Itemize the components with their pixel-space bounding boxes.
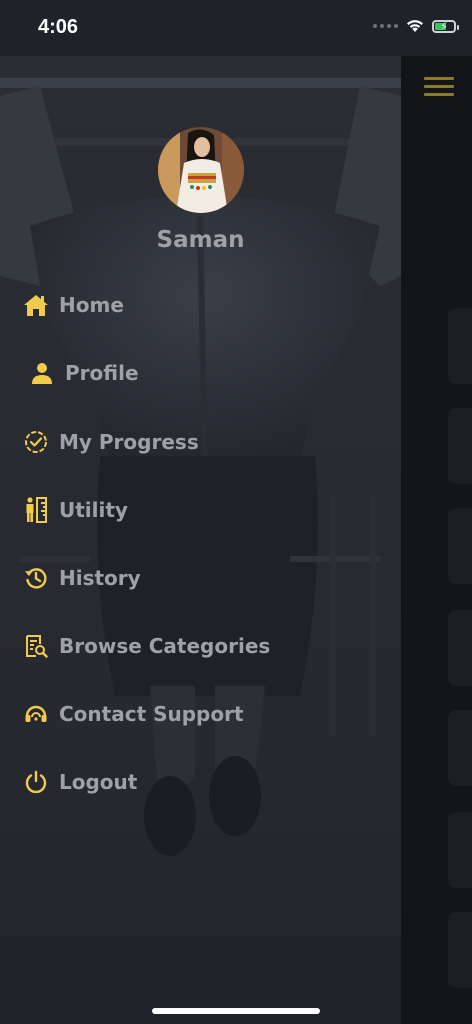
browse-categories-icon bbox=[22, 632, 50, 660]
wifi-icon bbox=[407, 20, 423, 32]
user-name: Saman bbox=[156, 227, 245, 253]
nav-item-home[interactable]: Home bbox=[22, 285, 124, 325]
height-measure-icon bbox=[22, 496, 50, 524]
progress-check-icon bbox=[22, 428, 50, 456]
battery-icon: ⚡ bbox=[432, 19, 459, 33]
navigation-drawer: Saman Home Profile My Progress Utility H… bbox=[0, 56, 401, 1024]
nav-label-my-progress: My Progress bbox=[59, 430, 199, 454]
nav-item-profile[interactable]: Profile bbox=[22, 353, 139, 393]
nav-item-my-progress[interactable]: My Progress bbox=[22, 422, 199, 462]
status-time: 4:06 bbox=[38, 16, 79, 38]
signal-dots-icon bbox=[373, 24, 398, 28]
nav-item-browse-categories[interactable]: Browse Categories bbox=[22, 626, 270, 666]
content-card[interactable] bbox=[448, 812, 472, 888]
nav-label-contact-support: Contact Support bbox=[59, 702, 244, 726]
nav-label-utility: Utility bbox=[59, 498, 128, 522]
status-bar: 4:06 ⚡ bbox=[0, 0, 472, 56]
nav-label-logout: Logout bbox=[59, 770, 138, 794]
profile-photo bbox=[158, 127, 244, 213]
content-card[interactable] bbox=[448, 912, 472, 988]
nav-item-contact-support[interactable]: Contact Support bbox=[22, 694, 244, 734]
content-card[interactable] bbox=[448, 308, 472, 384]
nav-label-history: History bbox=[59, 566, 141, 590]
content-card[interactable] bbox=[448, 408, 472, 484]
nav-item-utility[interactable]: Utility bbox=[22, 490, 128, 530]
nav-label-profile: Profile bbox=[65, 361, 139, 385]
content-card[interactable] bbox=[448, 508, 472, 584]
support-headset-icon bbox=[22, 700, 50, 728]
home-indicator[interactable] bbox=[152, 1008, 320, 1014]
screen: 4:06 ⚡ Saman Home Profile My Progress Ut… bbox=[0, 0, 472, 1024]
nav-item-history[interactable]: History bbox=[22, 558, 141, 598]
hamburger-menu-icon[interactable] bbox=[424, 77, 454, 99]
nav-item-logout[interactable]: Logout bbox=[22, 762, 137, 802]
power-icon bbox=[22, 768, 50, 796]
nav-label-home: Home bbox=[59, 293, 124, 317]
home-icon bbox=[22, 291, 50, 319]
content-card[interactable] bbox=[448, 610, 472, 686]
avatar[interactable] bbox=[158, 127, 244, 213]
status-icons: ⚡ bbox=[373, 19, 459, 33]
nav-label-browse-categories: Browse Categories bbox=[59, 634, 271, 658]
history-icon bbox=[22, 564, 50, 592]
content-card[interactable] bbox=[448, 710, 472, 786]
person-icon bbox=[28, 359, 56, 387]
